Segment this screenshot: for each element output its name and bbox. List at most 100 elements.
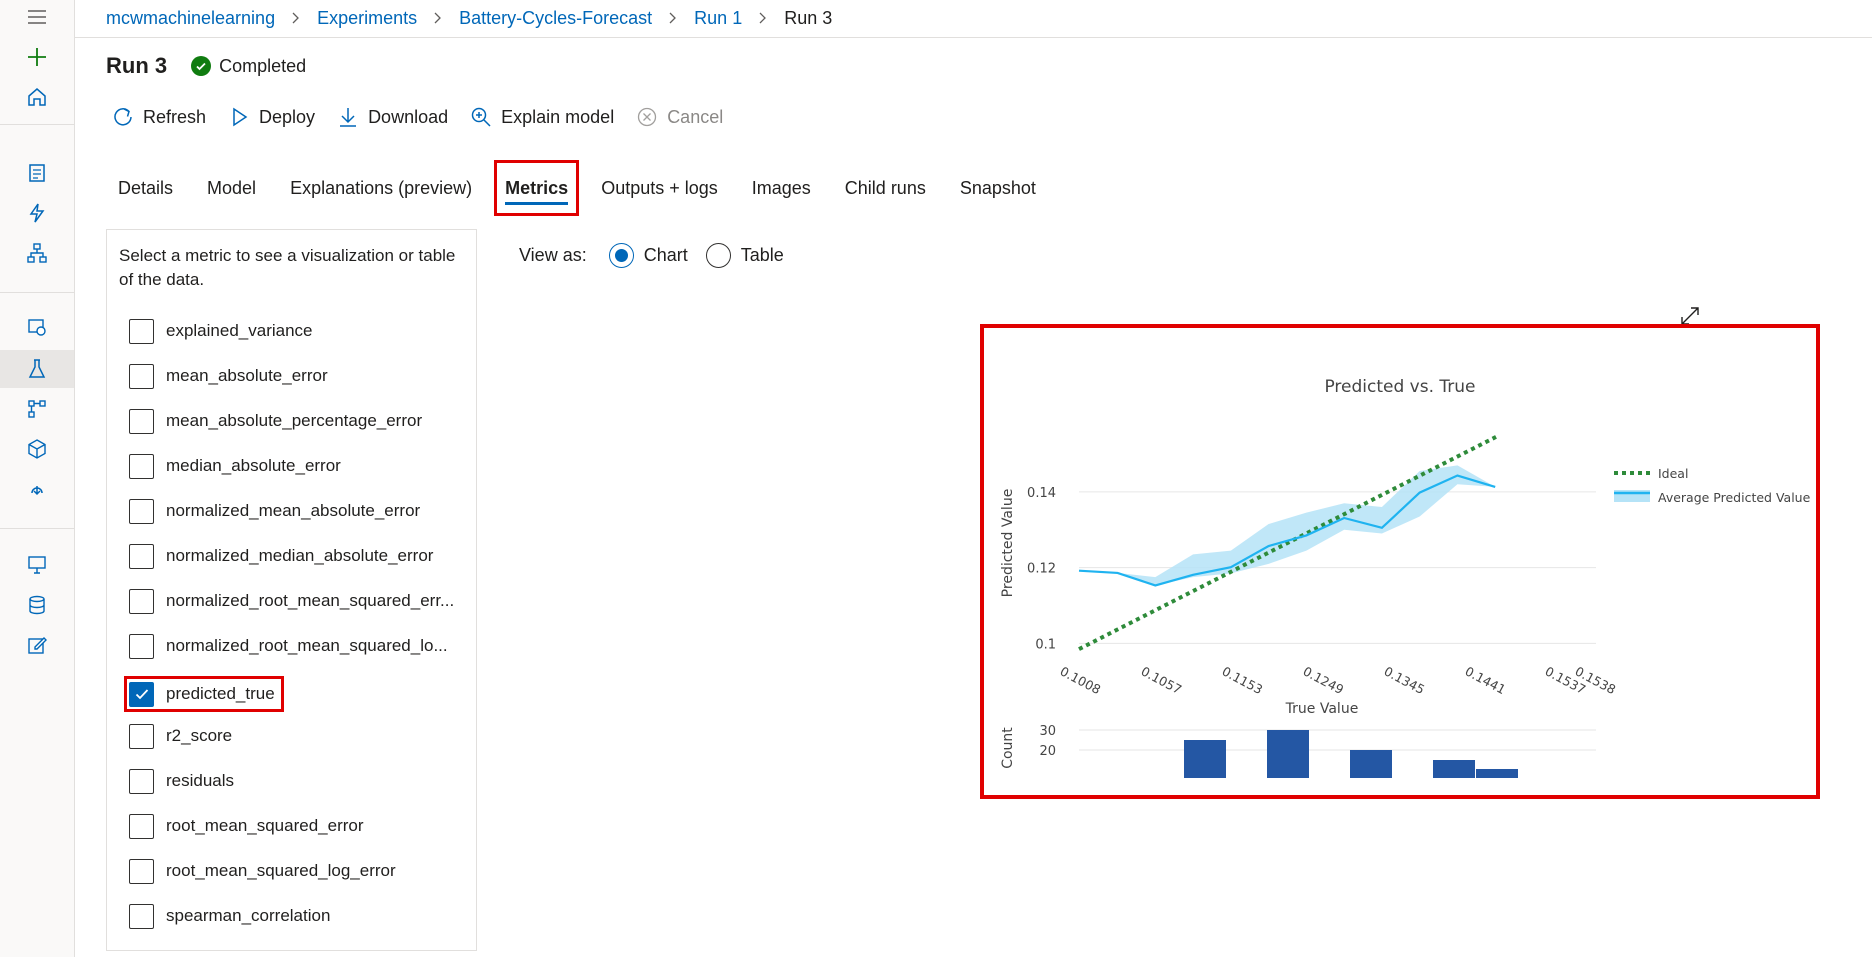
checkbox[interactable]: [129, 768, 154, 794]
table-radio[interactable]: [705, 242, 731, 268]
datasets-icon[interactable]: [0, 308, 74, 346]
tab-metrics[interactable]: Metrics: [494, 160, 580, 216]
checkbox[interactable]: [129, 813, 154, 839]
checkbox[interactable]: [129, 858, 154, 884]
metric-label: normalized_root_mean_squared_err...: [166, 591, 455, 610]
zoom-in-icon: [471, 107, 491, 127]
chart-title: Predicted vs. True: [1324, 377, 1475, 397]
tab-outputs-logs[interactable]: Outputs + logs: [589, 160, 730, 216]
tab-explanations[interactable]: Explanations (preview): [278, 160, 484, 216]
metric-item-normalized-root-mean-squared-lo[interactable]: normalized_root_mean_squared_lo...: [129, 631, 448, 661]
tab-images[interactable]: Images: [740, 160, 823, 216]
checkbox[interactable]: [129, 498, 154, 524]
panel-intro-text: Select a metric to see a visualization o…: [119, 246, 456, 289]
check-icon: [135, 689, 148, 700]
notebook-icon[interactable]: [0, 154, 74, 192]
y-axis-label: Predicted Value: [1000, 489, 1016, 598]
designer-icon[interactable]: [0, 234, 74, 272]
tab-snapshot[interactable]: Snapshot: [948, 160, 1048, 216]
endpoints-icon[interactable]: [0, 470, 74, 508]
download-button[interactable]: Download: [337, 106, 448, 128]
checkbox[interactable]: [129, 318, 154, 344]
metric-item-root-mean-squared-log-error[interactable]: root_mean_squared_log_error: [129, 856, 396, 886]
histogram-bar: [1184, 740, 1226, 778]
checkbox-checked[interactable]: [129, 681, 154, 707]
experiments-icon[interactable]: [0, 350, 74, 388]
checkbox[interactable]: [129, 588, 154, 614]
metric-label: normalized_median_absolute_error: [166, 546, 434, 565]
tab-bar: Details Model Explanations (preview) Met…: [106, 160, 1058, 216]
refresh-button[interactable]: Refresh: [112, 106, 206, 128]
refresh-icon: [114, 108, 132, 126]
tab-model[interactable]: Model: [195, 160, 268, 216]
datastores-icon[interactable]: [0, 586, 74, 624]
metric-label: explained_variance: [166, 321, 313, 340]
explain-model-button[interactable]: Explain model: [470, 106, 614, 128]
chevron-right-icon: [291, 12, 301, 24]
metric-item-explained-variance[interactable]: explained_variance: [129, 316, 313, 346]
metric-item-predicted-true[interactable]: predicted_true: [124, 676, 284, 712]
chart-radio[interactable]: [608, 242, 634, 268]
x-tick-label: 0.1008: [1058, 663, 1104, 697]
models-icon[interactable]: [0, 430, 74, 468]
metric-item-residuals[interactable]: residuals: [129, 766, 234, 796]
cancel-button[interactable]: Cancel: [636, 106, 723, 128]
x-axis-label: True Value: [1285, 701, 1359, 717]
pipelines-icon[interactable]: [0, 390, 74, 428]
automl-icon[interactable]: [0, 194, 74, 232]
histogram-y-label: Count: [1000, 727, 1016, 769]
add-icon[interactable]: [0, 38, 74, 76]
view-as-table-option[interactable]: Table: [705, 242, 784, 268]
metric-label: spearman_correlation: [166, 906, 331, 925]
breadcrumb-parent-run[interactable]: Run 1: [694, 8, 742, 29]
x-tick-label: 0.1345: [1382, 663, 1428, 697]
histogram-y-tick: 20: [1039, 744, 1056, 759]
metric-item-normalized-median-absolute-error[interactable]: normalized_median_absolute_error: [129, 541, 433, 571]
metric-item-spearman-correlation[interactable]: spearman_correlation: [129, 901, 330, 931]
breadcrumb-experiment[interactable]: Battery-Cycles-Forecast: [459, 8, 652, 29]
checkbox[interactable]: [129, 363, 154, 389]
page-title: Run 3: [106, 53, 168, 78]
metric-label: r2_score: [166, 726, 233, 745]
compute-icon[interactable]: [0, 546, 74, 584]
metric-item-r2-score[interactable]: r2_score: [129, 721, 232, 751]
x-tick-label: 0.1153: [1220, 663, 1266, 697]
tab-details[interactable]: Details: [106, 160, 185, 216]
chevron-right-icon: [758, 12, 768, 24]
metric-item-mean-absolute-percentage-error[interactable]: mean_absolute_percentage_error: [129, 406, 422, 436]
checkbox[interactable]: [129, 633, 154, 659]
checkbox[interactable]: [129, 723, 154, 749]
home-icon[interactable]: [0, 78, 74, 116]
breadcrumb-workspace[interactable]: mcwmachinelearning: [106, 8, 275, 29]
checkbox[interactable]: [129, 543, 154, 569]
tab-child-runs[interactable]: Child runs: [833, 160, 938, 216]
check-circle-icon: [191, 56, 212, 76]
menu-icon[interactable]: [0, 0, 74, 36]
checkbox[interactable]: [129, 903, 154, 929]
metric-item-median-absolute-error[interactable]: median_absolute_error: [129, 451, 341, 481]
left-nav-rail: [0, 0, 75, 957]
metric-item-normalized-mean-absolute-error[interactable]: normalized_mean_absolute_error: [129, 496, 420, 526]
metric-label: median_absolute_error: [166, 456, 341, 475]
metric-item-mean-absolute-error[interactable]: mean_absolute_error: [129, 361, 328, 391]
labeling-icon[interactable]: [0, 626, 74, 664]
deploy-button[interactable]: Deploy: [228, 106, 315, 128]
status-text: Completed: [219, 55, 307, 76]
view-as-group: View as: Chart Table: [519, 240, 802, 270]
breadcrumb-experiments[interactable]: Experiments: [317, 8, 417, 29]
metric-label: predicted_true: [166, 684, 275, 703]
metric-item-normalized-root-mean-squared-err[interactable]: normalized_root_mean_squared_err...: [129, 586, 454, 616]
chart-svg: Predicted vs. True 0.1 0.12 0.14 Predicted V…: [1000, 377, 1811, 778]
view-as-chart-option[interactable]: Chart: [608, 242, 688, 268]
metric-label: root_mean_squared_log_error: [166, 861, 396, 880]
checkbox[interactable]: [129, 408, 154, 434]
header-divider: [75, 37, 1872, 38]
y-tick-label: 0.1: [1035, 637, 1056, 652]
toolbar: Refresh Deploy Download Explain model Ca…: [112, 100, 745, 134]
ideal-line: [1078, 435, 1497, 651]
metric-list-panel: Select a metric to see a visualization o…: [106, 229, 477, 951]
metric-label: normalized_mean_absolute_error: [166, 501, 421, 520]
checkbox[interactable]: [129, 453, 154, 479]
legend-ideal-label: Ideal: [1658, 466, 1688, 481]
metric-item-root-mean-squared-error[interactable]: root_mean_squared_error: [129, 811, 364, 841]
